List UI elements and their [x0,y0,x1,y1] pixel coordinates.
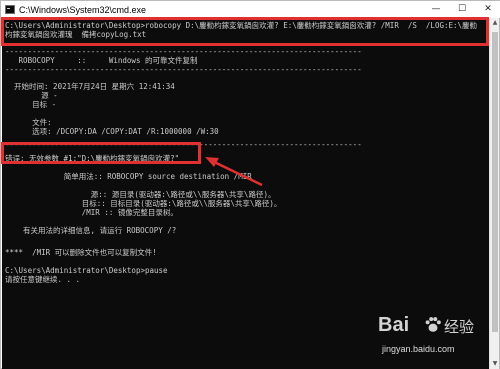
maximize-button[interactable]: ☐ [449,1,475,18]
minimize-button[interactable]: — [423,1,449,18]
console-line: 源:: 源目录(驱动器:\路径或\\服务器\共享\路径)。 [5,190,276,199]
cmd-window: C:\Windows\System32\cmd.exe — ☐ ✕ C:\Use… [0,0,500,369]
window-title: C:\Windows\System32\cmd.exe [19,4,147,15]
close-button[interactable]: ✕ [475,1,500,18]
console-line: 开始时间: 2021年7月24日 星期六 12:41:34 [5,82,175,91]
console-line: ----------------------------------------… [5,140,362,149]
console-line: ----------------------------------------… [5,65,362,74]
vertical-scrollbar[interactable]: ▲ ▼ [489,18,499,369]
console-line: 枃鎵変氧鍋囪欢灌瑰 備拷copyLog.txt [5,30,147,39]
console-line: 源 - [5,91,58,100]
console-line: C:\Users\Administrator\Desktop>robocopy … [5,21,478,30]
console-line: ROBOCOPY :: Windows 的可靠文件复制 [5,56,198,65]
scrollbar-thumb[interactable] [492,32,498,332]
console-line: 目标 - [5,100,57,109]
cmd-app-icon [5,5,15,14]
console-line: 目标:: 目标目录(驱动器:\路径或\\服务器\共享\路径)。 [5,199,282,208]
console-line: 有关用法的详细信息, 请运行 ROBOCOPY /? [5,226,177,235]
console-line: **** /MIR 可以删除文件也可以复制文件! [5,248,157,257]
scroll-up-arrow-icon[interactable]: ▲ [490,18,500,28]
console-line: /MIR :: 镜像完整目录树。 [5,208,178,217]
console-line: 简单用法:: ROBOCOPY source destination /MIR [5,172,252,181]
console-line: 请按任意键继续. . . [5,275,81,284]
console-line: 选项: /DCOPY:DA /COPY:DAT /R:1000000 /W:30 [5,127,219,136]
console-line: ----------------------------------------… [5,47,362,56]
console-line: 文件: [5,118,52,127]
window-controls: — ☐ ✕ [423,1,500,18]
console-output[interactable]: C:\Users\Administrator\Desktop>robocopy … [2,18,491,369]
title-bar[interactable]: C:\Windows\System32\cmd.exe — ☐ ✕ [1,1,500,18]
console-line: 错误: 无效参数 #1:"D:\鏖勬枃鎵変氧鍋囪欢灌?" [5,154,180,163]
scroll-down-arrow-icon[interactable]: ▼ [490,359,500,369]
console-line: C:\Users\Administrator\Desktop>pause [5,266,168,275]
